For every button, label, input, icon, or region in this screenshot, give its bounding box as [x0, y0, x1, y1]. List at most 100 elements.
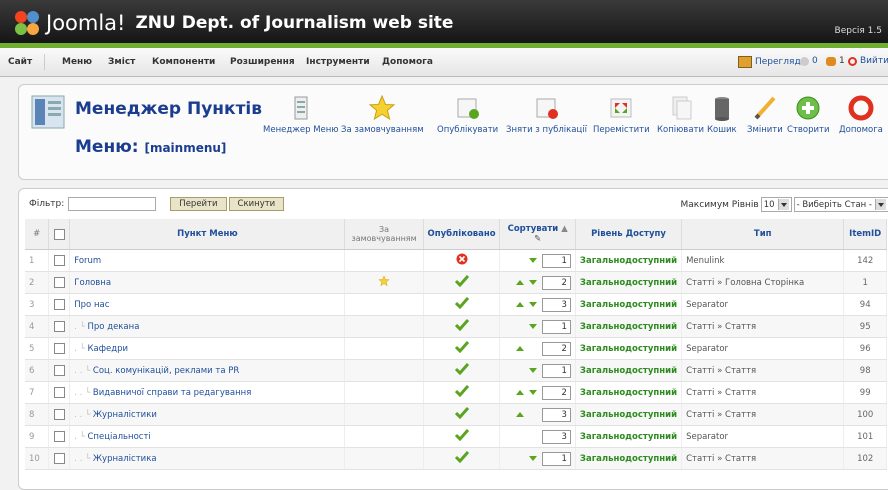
published-check-icon[interactable] — [454, 407, 469, 422]
item-name-link[interactable]: Про декана — [88, 322, 140, 332]
col-item[interactable]: Пункт Меню — [69, 219, 346, 250]
access-level-link[interactable]: Загальнодоступний — [575, 403, 683, 426]
unpublished-x-icon[interactable] — [456, 253, 468, 268]
published-check-icon[interactable] — [454, 275, 469, 290]
go-button[interactable]: Перейти — [170, 197, 227, 211]
save-order-icon[interactable]: ✎ — [534, 234, 541, 244]
menu-components[interactable]: Компоненти — [152, 57, 215, 67]
default-cell[interactable] — [344, 425, 424, 448]
edit-button[interactable]: Змінити — [747, 95, 783, 135]
row-checkbox-cell[interactable] — [48, 359, 71, 382]
item-name-link[interactable]: Forum — [74, 256, 101, 266]
default-cell[interactable] — [344, 359, 424, 382]
published-check-icon[interactable] — [454, 297, 469, 312]
order-input[interactable]: 2 — [541, 275, 571, 290]
published-check-icon[interactable] — [454, 319, 469, 334]
published-cell[interactable] — [423, 359, 501, 382]
col-checkall[interactable] — [48, 219, 71, 250]
row-checkbox-cell[interactable] — [48, 271, 71, 294]
row-checkbox[interactable] — [53, 255, 65, 266]
col-type[interactable]: Тип — [681, 219, 845, 250]
default-button[interactable]: За замовчуванням — [341, 94, 424, 135]
access-level-link[interactable]: Загальнодоступний — [575, 271, 683, 294]
move-up-icon[interactable] — [515, 411, 524, 417]
row-checkbox[interactable] — [53, 277, 65, 288]
row-checkbox-cell[interactable] — [48, 337, 71, 360]
menu-tools[interactable]: Інструменти — [306, 57, 370, 67]
access-level-link[interactable]: Загальнодоступний — [575, 359, 683, 382]
order-input[interactable]: 2 — [541, 341, 571, 356]
move-down-icon[interactable] — [528, 389, 537, 395]
published-cell[interactable] — [423, 403, 501, 426]
published-check-icon[interactable] — [454, 363, 469, 378]
order-input[interactable]: 3 — [541, 297, 571, 312]
row-checkbox-cell[interactable] — [48, 249, 71, 272]
max-levels-select[interactable]: 10 — [760, 197, 792, 212]
move-down-icon[interactable] — [528, 279, 537, 285]
row-checkbox[interactable] — [53, 453, 65, 464]
default-cell[interactable] — [344, 403, 424, 426]
item-name-link[interactable]: Кафедри — [88, 344, 129, 354]
help-button[interactable]: Допомога — [839, 95, 883, 135]
row-checkbox-cell[interactable] — [48, 447, 71, 470]
users-count[interactable]: 1 — [826, 56, 845, 66]
published-cell[interactable] — [423, 271, 501, 294]
messages-count[interactable]: 0 — [800, 56, 818, 66]
new-button[interactable]: Створити — [787, 95, 830, 135]
order-input[interactable]: 2 — [541, 385, 571, 400]
move-up-icon[interactable] — [515, 345, 524, 351]
star-icon[interactable] — [378, 275, 390, 290]
select-all-checkbox[interactable] — [53, 228, 65, 240]
row-checkbox[interactable] — [53, 343, 65, 354]
move-down-icon[interactable] — [528, 257, 537, 263]
publish-button[interactable]: Опублікувати — [437, 95, 498, 135]
row-checkbox-cell[interactable] — [48, 293, 71, 316]
published-cell[interactable] — [423, 425, 501, 448]
access-level-link[interactable]: Загальнодоступний — [575, 315, 683, 338]
item-name-link[interactable]: Журналістики — [93, 410, 157, 420]
order-input[interactable]: 1 — [541, 319, 571, 334]
row-checkbox[interactable] — [53, 365, 65, 376]
access-level-link[interactable]: Загальнодоступний — [575, 381, 683, 404]
default-cell[interactable] — [344, 271, 424, 294]
item-name-link[interactable]: Журналістика — [93, 454, 157, 464]
col-access[interactable]: Рівень Доступу — [575, 219, 683, 250]
published-check-icon[interactable] — [454, 341, 469, 356]
menu-help[interactable]: Допомога — [382, 57, 433, 67]
unpublish-button[interactable]: Зняти з публікації — [506, 95, 587, 135]
row-checkbox-cell[interactable] — [48, 403, 71, 426]
copy-button[interactable]: Копіювати — [657, 95, 704, 135]
published-check-icon[interactable] — [454, 451, 469, 466]
row-checkbox-cell[interactable] — [48, 315, 71, 338]
published-cell[interactable] — [423, 293, 501, 316]
move-up-icon[interactable] — [515, 301, 524, 307]
item-name-link[interactable]: Про нас — [74, 300, 109, 310]
col-order[interactable]: Сортувати ▲ ✎ — [499, 219, 576, 250]
move-down-icon[interactable] — [528, 455, 537, 461]
order-input[interactable]: 1 — [541, 363, 571, 378]
default-cell[interactable] — [344, 447, 424, 470]
default-cell[interactable] — [344, 249, 424, 272]
default-cell[interactable] — [344, 381, 424, 404]
access-level-link[interactable]: Загальнодоступний — [575, 337, 683, 360]
move-up-icon[interactable] — [515, 279, 524, 285]
item-name-link[interactable]: Видавничої справи та редагування — [93, 388, 251, 398]
default-cell[interactable] — [344, 315, 424, 338]
state-select[interactable]: - Виберіть Стан - — [793, 197, 888, 212]
published-cell[interactable] — [423, 337, 501, 360]
reset-button[interactable]: Скинути — [228, 197, 285, 211]
menu-site[interactable]: Сайт — [8, 57, 32, 67]
row-checkbox-cell[interactable] — [48, 381, 71, 404]
move-down-icon[interactable] — [528, 301, 537, 307]
order-input[interactable]: 1 — [541, 253, 571, 268]
published-cell[interactable] — [423, 315, 501, 338]
row-checkbox-cell[interactable] — [48, 425, 71, 448]
published-cell[interactable] — [423, 381, 501, 404]
access-level-link[interactable]: Загальнодоступний — [575, 425, 683, 448]
row-checkbox[interactable] — [53, 431, 65, 442]
item-name-link[interactable]: Головна — [74, 278, 111, 288]
default-cell[interactable] — [344, 337, 424, 360]
published-cell[interactable] — [423, 447, 501, 470]
move-up-icon[interactable] — [515, 389, 524, 395]
published-cell[interactable] — [423, 249, 501, 272]
